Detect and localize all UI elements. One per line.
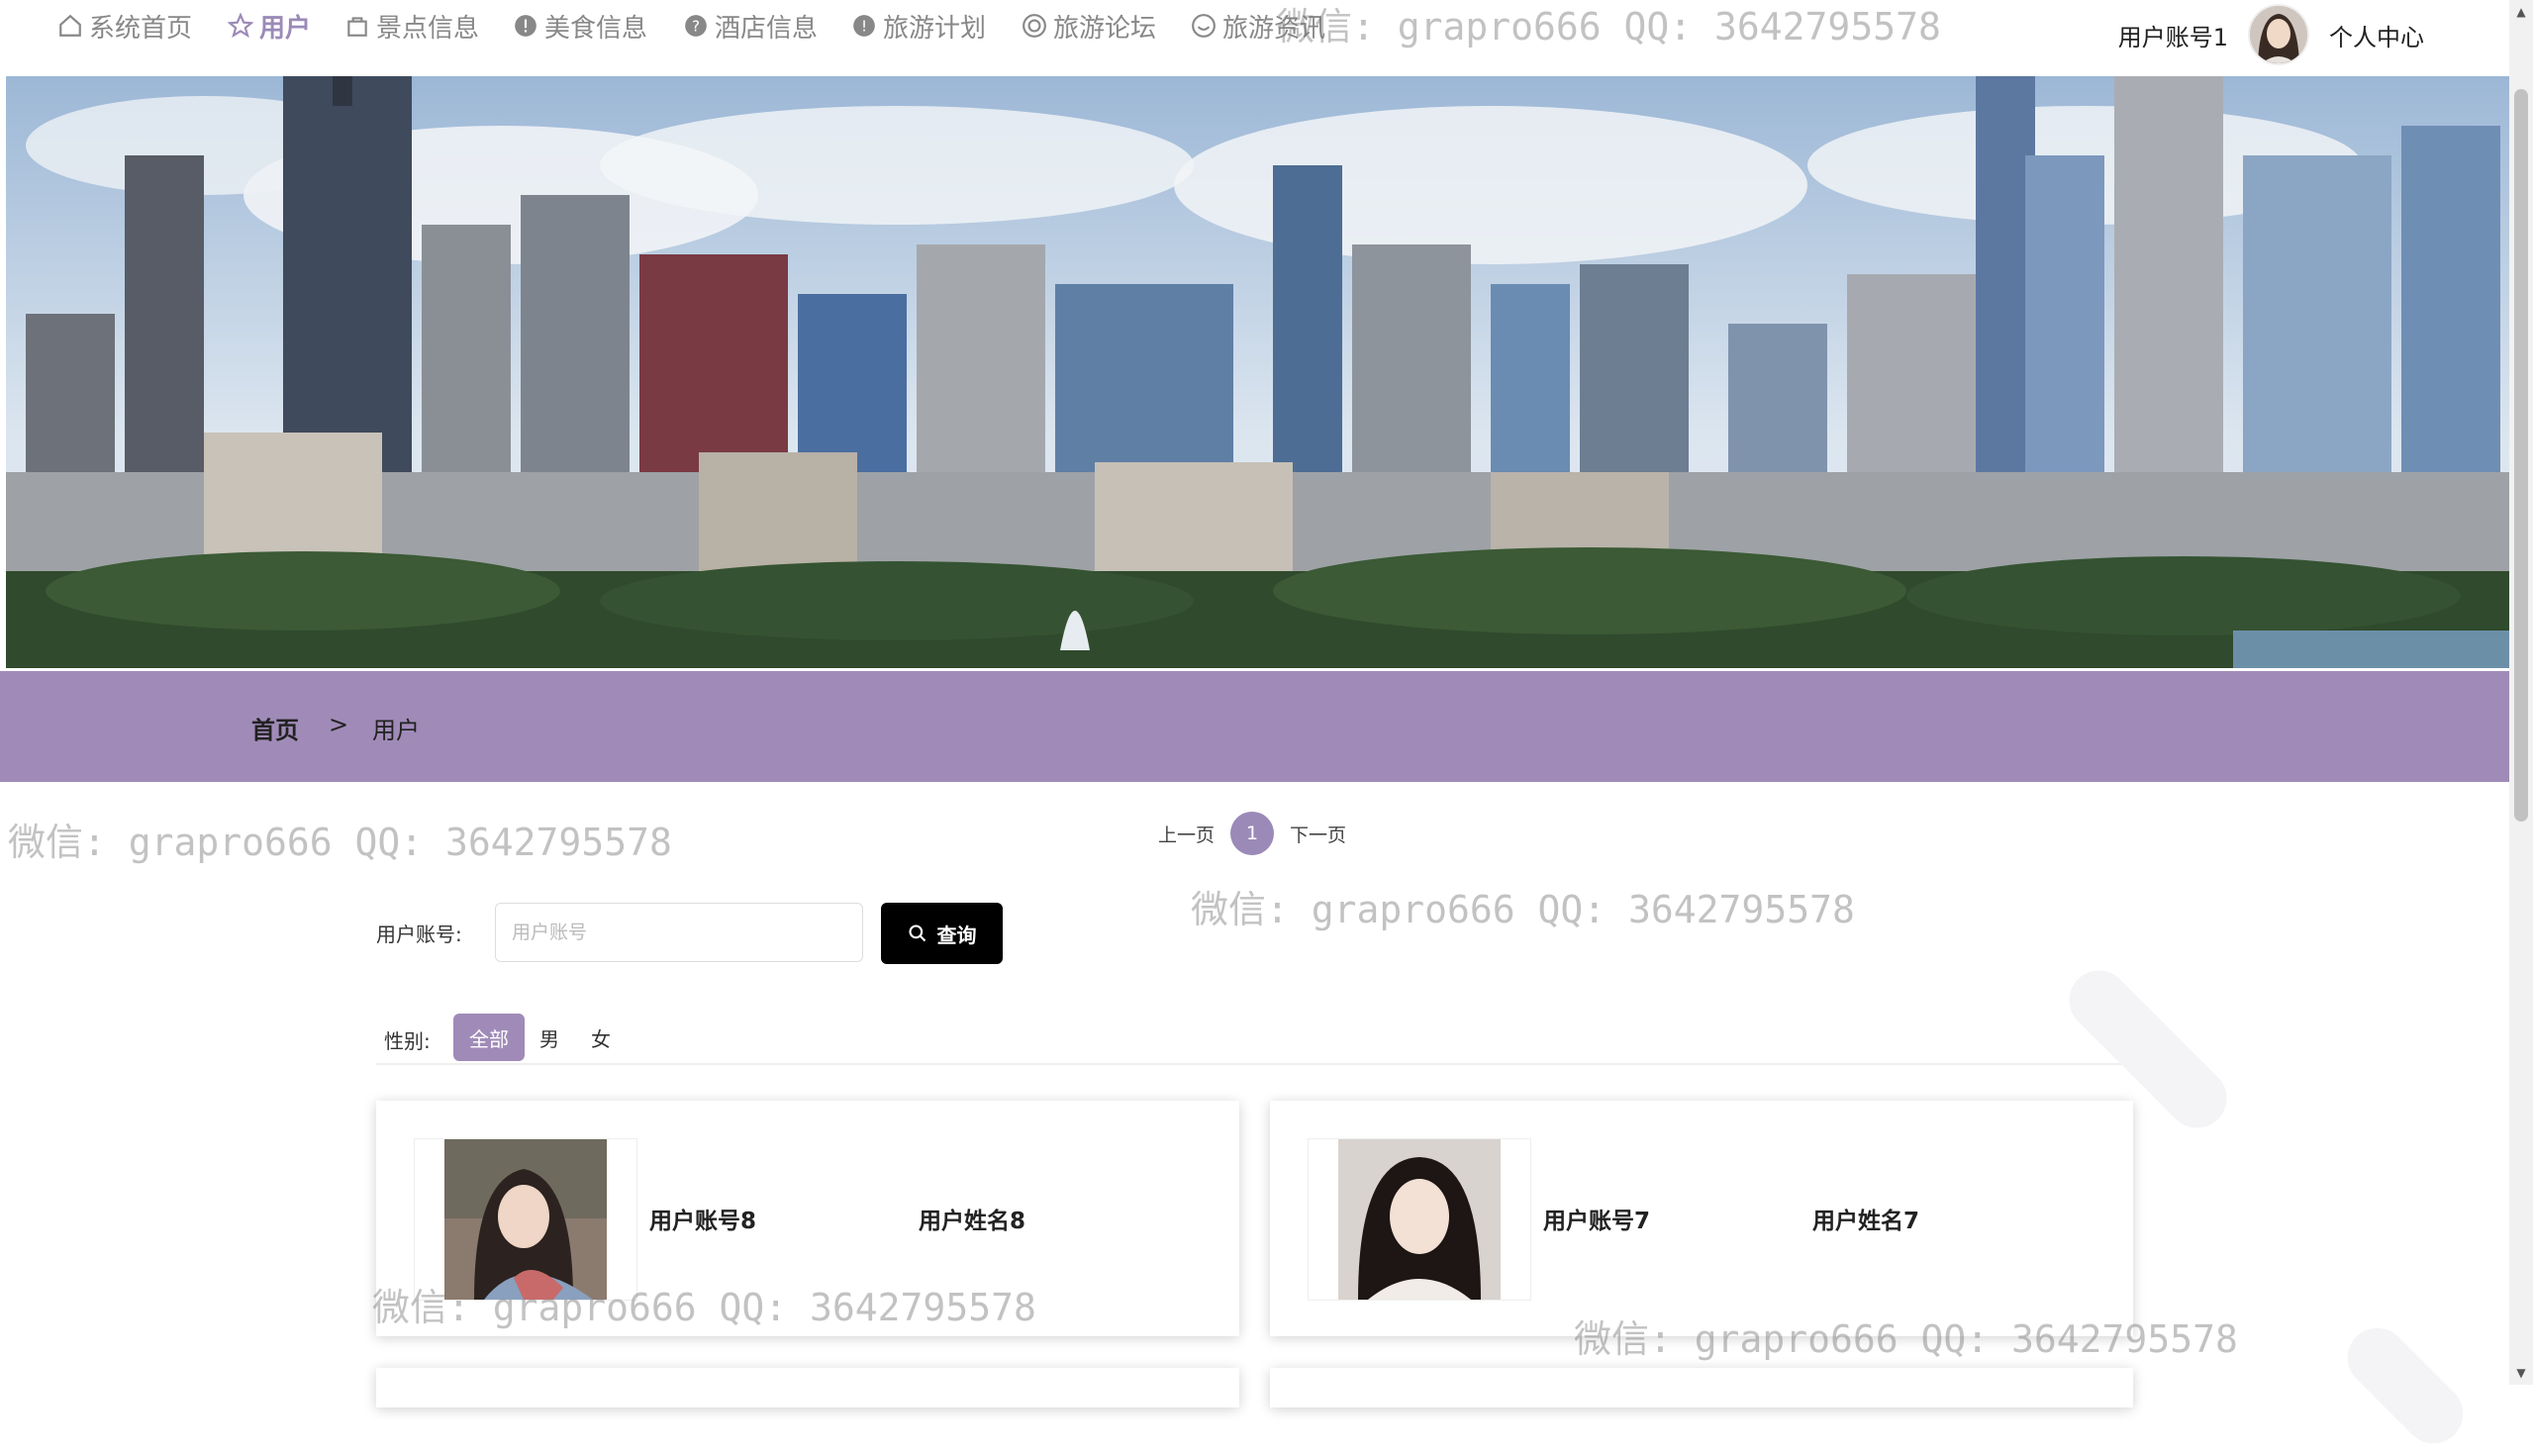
search-icon [908, 924, 926, 942]
breadcrumb-current: 用户 [372, 717, 420, 744]
personal-center-link[interactable]: 个人中心 [2329, 18, 2424, 52]
pagination: 上一页 1 下一页 [1158, 812, 1346, 855]
nav-item-home[interactable]: 系统首页 [57, 8, 192, 44]
decorative-shape [2335, 1315, 2476, 1456]
watermark: 微信: grapro666 QQ: 3642795578 [8, 821, 672, 864]
info-circle-icon: ! [853, 15, 875, 37]
nav-item-food[interactable]: 美食信息 [513, 8, 647, 44]
nav-item-hotel[interactable]: ? 酒店信息 [683, 8, 818, 44]
filter-option-all[interactable]: 全部 [453, 1014, 525, 1061]
nav-item-label: 旅游资讯 [1222, 13, 1326, 44]
target-icon [1023, 14, 1046, 38]
nav-item-news[interactable]: 旅游资讯 [1191, 8, 1325, 44]
breadcrumb: 首页 > 用户 [0, 671, 2509, 782]
breadcrumb-separator: > [329, 711, 349, 738]
star-icon [228, 13, 253, 39]
user-card[interactable] [376, 1368, 1239, 1407]
city-skyline-image [6, 76, 2509, 668]
nav-item-plan[interactable]: ! 旅游计划 [851, 8, 986, 44]
home-icon [59, 14, 81, 37]
svg-text:!: ! [861, 17, 867, 35]
nav-item-label: 酒店信息 [715, 13, 819, 44]
nav-item-label: 景点信息 [376, 13, 480, 44]
smile-icon [1192, 14, 1216, 38]
card-account: 用户账号8 [649, 1209, 757, 1234]
scroll-down-arrow-icon[interactable]: ▼ [2509, 1361, 2533, 1385]
nav-item-label: 旅游计划 [883, 13, 987, 44]
nav-item-label: 旅游论坛 [1053, 13, 1157, 44]
photo-frame [414, 1138, 637, 1301]
gender-filter-label: 性别: [384, 1029, 431, 1053]
filter-option-male[interactable]: 男 [535, 1014, 564, 1061]
search-button-label: 查询 [936, 922, 977, 947]
next-page-button[interactable]: 下一页 [1290, 821, 1346, 847]
vertical-scrollbar[interactable]: ▲ ▼ [2509, 0, 2533, 1385]
filter-divider [376, 1063, 2134, 1065]
user-photo [444, 1139, 607, 1300]
scroll-up-arrow-icon[interactable]: ▲ [2509, 0, 2533, 24]
watermark: 微信: grapro666 QQ: 3642795578 [1191, 888, 1855, 931]
top-nav: 系统首页 用户 景点信息 美食信息 ? 酒店信息 ! 旅游计划 旅游论坛 旅游资… [0, 0, 2509, 75]
scrollbar-thumb[interactable] [2514, 89, 2528, 822]
card-name: 用户姓名8 [919, 1209, 1026, 1234]
card-name: 用户姓名7 [1812, 1209, 1920, 1234]
user-card[interactable] [1270, 1368, 2133, 1407]
question-circle-icon: ? [685, 15, 707, 37]
nav-item-forum[interactable]: 旅游论坛 [1022, 8, 1156, 44]
svg-text:?: ? [692, 17, 700, 35]
user-card[interactable]: 用户账号8 用户姓名8 [376, 1101, 1239, 1336]
breadcrumb-home[interactable]: 首页 [251, 711, 299, 745]
nav-item-user[interactable]: 用户 [228, 8, 311, 44]
nav-item-label: 美食信息 [544, 13, 648, 44]
prev-page-button[interactable]: 上一页 [1158, 821, 1215, 847]
alert-circle-icon [515, 15, 536, 37]
page-number[interactable]: 1 [1230, 812, 1275, 855]
user-card[interactable]: 用户账号7 用户姓名7 [1270, 1101, 2133, 1336]
nav-item-label: 用户 [259, 13, 312, 44]
bag-icon [347, 17, 367, 37]
search-button[interactable]: 查询 [881, 903, 1003, 964]
user-photo [1338, 1139, 1501, 1300]
user-area: 用户账号1 个人中心 [2118, 4, 2424, 65]
nav-item-label: 系统首页 [89, 13, 193, 44]
filter-option-female[interactable]: 女 [586, 1014, 616, 1061]
user-account-label[interactable]: 用户账号1 [2118, 18, 2228, 52]
avatar[interactable] [2248, 4, 2309, 65]
nav-item-attractions[interactable]: 景点信息 [344, 8, 479, 44]
hero-banner [6, 76, 2509, 668]
search-input[interactable] [495, 903, 863, 962]
avatar-image [2250, 6, 2307, 63]
search-label: 用户账号: [376, 922, 462, 946]
photo-frame [1308, 1138, 1531, 1301]
card-account: 用户账号7 [1543, 1209, 1651, 1234]
